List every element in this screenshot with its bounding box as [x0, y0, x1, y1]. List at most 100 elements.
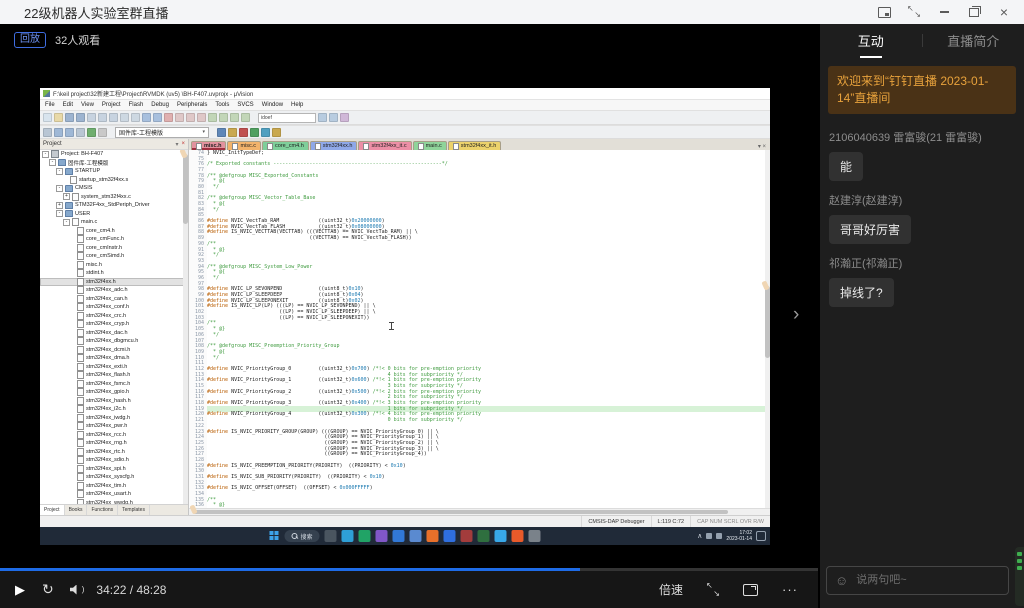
build-icon[interactable] [54, 127, 63, 137]
tree-item[interactable]: stdint.h [40, 269, 188, 278]
expand-icon[interactable]: + [56, 201, 63, 209]
insert-breakpoint-icon[interactable] [250, 127, 259, 137]
tree-item[interactable]: stm32f4xx_iwdg.h [40, 413, 188, 423]
tray-expand-icon[interactable]: ∧ [697, 532, 702, 540]
tree-item[interactable]: misc.h [40, 260, 188, 270]
pip-icon[interactable] [876, 4, 892, 20]
manage-books-icon[interactable] [272, 127, 281, 137]
open-icon[interactable] [54, 113, 63, 122]
tree-item[interactable]: + STM32F4xx_StdPeriph_Driver [40, 201, 188, 210]
menu-item-tools[interactable]: Tools [215, 102, 229, 108]
tree-item[interactable]: core_cmInstr.h [40, 243, 188, 253]
file-tab-main.c[interactable]: main.c [412, 141, 447, 150]
find-icon[interactable] [318, 113, 327, 122]
redo-icon[interactable] [131, 113, 140, 122]
tree-item[interactable]: stm32f4xx.h [40, 277, 188, 286]
tree-item[interactable]: stm32f4xx_exti.h [40, 362, 188, 372]
taskbar-app-icon[interactable] [409, 530, 422, 542]
menu-item-peripherals[interactable]: Peripherals [177, 102, 207, 108]
editor-hscrollbar[interactable] [189, 508, 770, 515]
fullscreen-icon[interactable]: ↖ ↘ [706, 581, 720, 597]
tree-item[interactable]: startup_stm32f4xx.s [40, 175, 188, 185]
file-tab-stm32f4xx.h[interactable]: stm32f4xx.h [309, 141, 358, 150]
tree-item[interactable]: stm32f4xx_can.h [40, 294, 188, 304]
stop-icon[interactable] [98, 127, 107, 137]
batch-build-icon[interactable] [76, 127, 85, 137]
expand-icon[interactable]: - [56, 210, 63, 218]
comment-icon[interactable] [230, 113, 239, 122]
tree-item[interactable]: core_cmFunc.h [40, 235, 188, 244]
tree-item[interactable]: - CMSIS [40, 184, 188, 193]
new-file-icon[interactable] [43, 113, 52, 122]
file-extensions-icon[interactable] [228, 127, 237, 137]
menu-item-flash[interactable]: Flash [129, 102, 144, 108]
tree-scrollbar[interactable] [183, 150, 188, 504]
panel-tab-books[interactable]: Books [65, 505, 88, 515]
menu-item-svcs[interactable]: SVCS [237, 102, 253, 108]
indent-icon[interactable] [208, 113, 217, 122]
theater-mode-icon[interactable] [743, 583, 758, 596]
tree-item[interactable]: stm32f4xx_cryp.h [40, 320, 188, 329]
tree-item[interactable]: - Project: BH-F407 [40, 150, 188, 159]
taskbar-app-icon[interactable] [358, 530, 371, 542]
chat-input-box[interactable]: ☺ [826, 565, 1010, 595]
taskbar-app-icon[interactable] [392, 530, 405, 542]
close-icon[interactable]: × [996, 4, 1012, 20]
cut-icon[interactable] [87, 113, 96, 122]
tree-item[interactable]: stm32f4xx_hash.h [40, 396, 188, 406]
undo-icon[interactable] [120, 113, 129, 122]
tree-item[interactable]: stm32f4xx_dma.h [40, 354, 188, 363]
tree-item[interactable]: stm32f4xx_wwdg.h [40, 498, 188, 504]
taskbar-app-icon[interactable] [460, 530, 473, 542]
collapse-chat-chevron[interactable]: › [793, 304, 799, 326]
tree-item[interactable]: stm32f4xx_spi.h [40, 464, 188, 474]
tree-item[interactable]: stm32f4xx_flash.h [40, 371, 188, 380]
panel-tab-functions[interactable]: Functions [87, 505, 119, 515]
editor-tab-buttons[interactable]: ▾ × [758, 143, 768, 150]
toolbar-search-input[interactable]: idoef [258, 112, 316, 123]
refresh-button[interactable]: ↻ [42, 581, 54, 598]
chat-input[interactable] [854, 573, 1001, 587]
tree-item[interactable]: - USER [40, 210, 188, 219]
menu-item-window[interactable]: Window [262, 102, 283, 108]
save-all-icon[interactable] [76, 113, 85, 122]
incremental-find-icon[interactable] [340, 113, 349, 122]
tray-icon[interactable] [716, 533, 723, 539]
translate-icon[interactable] [43, 127, 52, 137]
menu-item-edit[interactable]: Edit [63, 102, 73, 108]
bookmark-icon[interactable] [164, 113, 173, 122]
tab-live-intro[interactable]: 直播简介 [923, 31, 1024, 50]
notification-icon[interactable] [756, 531, 766, 541]
file-tab-stm32f4xx_it.c[interactable]: stm32f4xx_it.c [358, 141, 412, 150]
tree-item[interactable]: stm32f4xx_fsmc.h [40, 379, 188, 389]
navigate-back-icon[interactable] [142, 113, 151, 122]
tree-item[interactable]: stm32f4xx_gpio.h [40, 388, 188, 397]
tray-icon[interactable] [706, 533, 713, 539]
find-in-files-icon[interactable] [329, 113, 338, 122]
debug-session-icon[interactable] [239, 127, 248, 137]
editor-vscrollbar[interactable] [765, 150, 770, 508]
menu-item-help[interactable]: Help [291, 102, 303, 108]
panel-tab-templates[interactable]: Templates [118, 505, 150, 515]
taskbar-app-icon[interactable] [477, 530, 490, 542]
tree-item[interactable]: stm32f4xx_usart.h [40, 490, 188, 499]
code-area[interactable]: 74} NVIC_InitTypeDef; 75 76/* Exported con… [189, 150, 770, 508]
expand-icon[interactable]: - [49, 159, 56, 167]
expand-icon[interactable]: - [56, 184, 63, 192]
paste-icon[interactable] [109, 113, 118, 122]
prev-bookmark-icon[interactable] [175, 113, 184, 122]
save-icon[interactable] [65, 113, 74, 122]
taskbar-app-icon[interactable] [341, 530, 354, 542]
tree-item[interactable]: stm32f4xx_tim.h [40, 481, 188, 491]
minimize-icon[interactable] [936, 4, 952, 20]
play-button[interactable]: ▶ [15, 582, 25, 598]
download-icon[interactable] [87, 127, 96, 137]
taskbar-clock[interactable]: 17:02 2023-01-14 [726, 530, 752, 542]
tree-item[interactable]: stm32f4xx_dcmi.h [40, 345, 188, 355]
taskbar-app-icon[interactable] [511, 530, 524, 542]
taskbar-app-icon[interactable] [324, 530, 337, 542]
project-tree[interactable]: - Project: BH-F407- 固件库-工程模版 - STARTUP startu… [40, 150, 188, 504]
taskbar-search[interactable]: 搜索 [284, 530, 320, 542]
tree-item[interactable]: stm32f4xx_rng.h [40, 439, 188, 448]
tree-item[interactable]: stm32f4xx_rtc.h [40, 447, 188, 457]
